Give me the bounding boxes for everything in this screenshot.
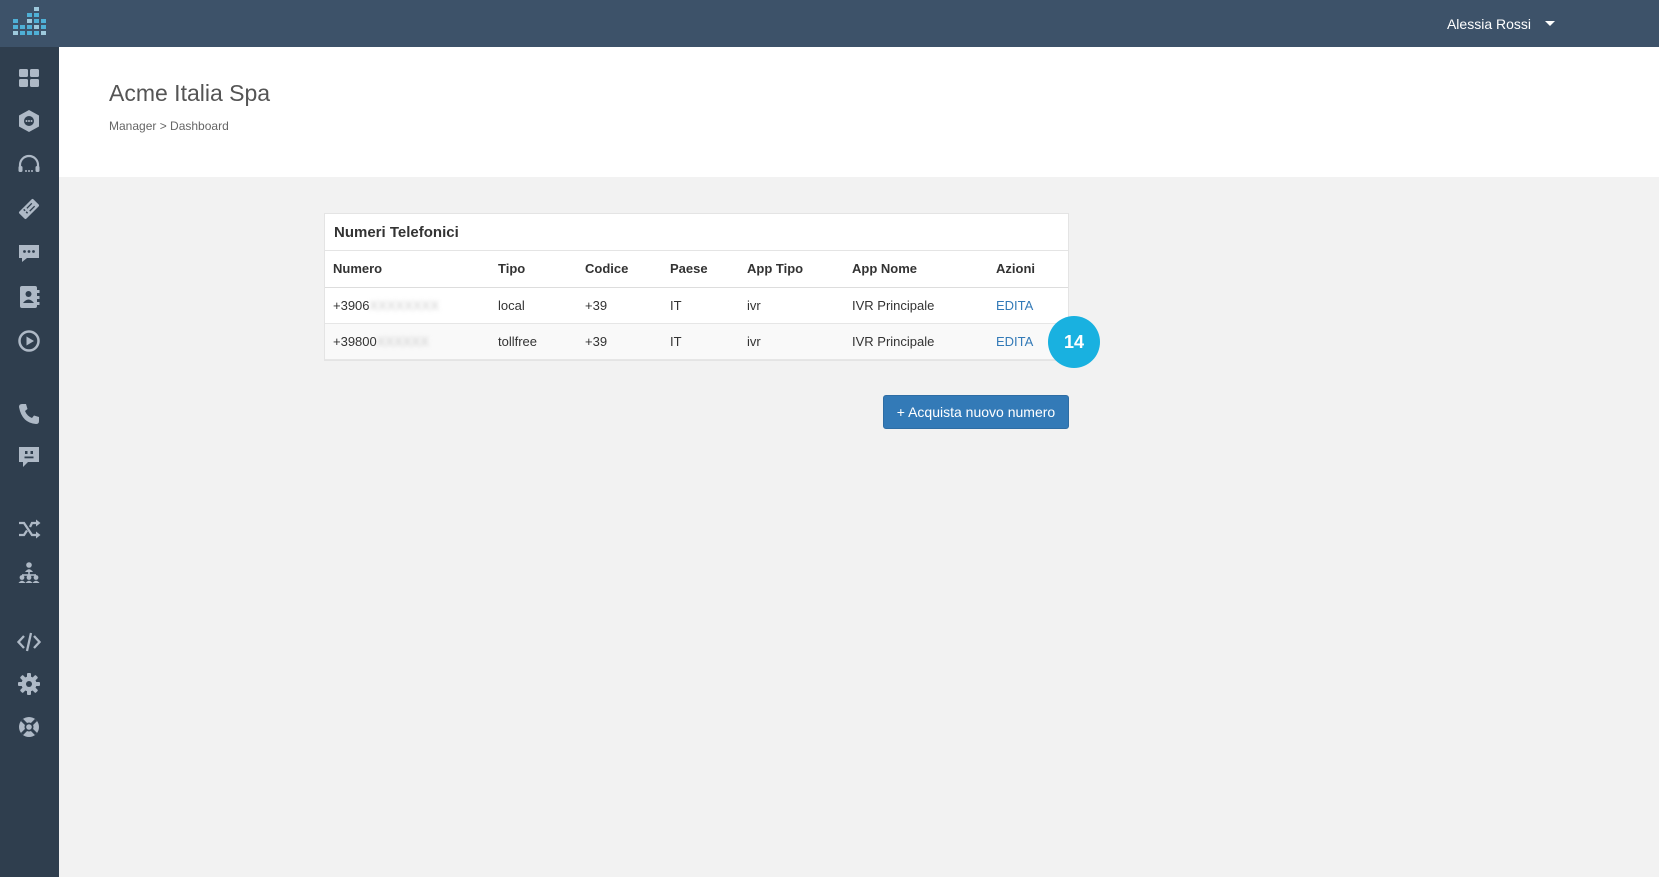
contacts-icon[interactable]	[16, 284, 42, 310]
table-row: +39800XXXXXX tollfree +39 IT ivr IVR Pri…	[325, 323, 1068, 360]
cell-app-nome: IVR Principale	[844, 323, 988, 360]
headset-icon[interactable]	[16, 152, 42, 178]
cell-tipo: local	[490, 287, 577, 324]
cell-codice: +39	[577, 323, 662, 360]
number-redacted: XXXXXXXX	[369, 297, 439, 313]
cell-app-tipo: ivr	[739, 323, 844, 360]
cell-numero: +39800XXXXXX	[325, 323, 490, 360]
cell-codice: +39	[577, 287, 662, 324]
cell-tipo: tollfree	[490, 323, 577, 360]
panel-title: Numeri Telefonici	[325, 214, 1068, 251]
user-menu[interactable]: Alessia Rossi	[1447, 0, 1555, 47]
cell-paese: IT	[662, 287, 739, 324]
cell-app-nome: IVR Principale	[844, 287, 988, 324]
page-header: Acme Italia Spa Manager > Dashboard	[59, 47, 1659, 177]
column-header-app-nome: App Nome	[844, 251, 988, 288]
page-title: Acme Italia Spa	[109, 80, 271, 106]
cell-azioni: EDITA	[988, 287, 1068, 324]
sms-icon[interactable]	[16, 444, 42, 470]
phone-icon[interactable]	[16, 401, 42, 427]
edit-link[interactable]: EDITA	[996, 298, 1033, 313]
app-logo[interactable]	[12, 7, 46, 39]
number-prefix: +39800	[333, 333, 377, 349]
dashboard-icon[interactable]	[16, 65, 42, 91]
column-header-tipo: Tipo	[490, 251, 577, 288]
code-icon[interactable]	[16, 629, 42, 655]
number-prefix: +3906	[333, 297, 370, 313]
table-header-row: Numero Tipo Codice Paese App Tipo App No…	[325, 251, 1068, 288]
play-icon[interactable]	[16, 328, 42, 354]
chat-widget-icon[interactable]	[16, 108, 42, 134]
column-header-numero: Numero	[325, 251, 490, 288]
top-bar: Alessia Rossi	[0, 0, 1659, 47]
sidebar	[0, 47, 59, 877]
chevron-down-icon	[1545, 21, 1555, 26]
number-redacted: XXXXXX	[376, 333, 429, 349]
message-icon[interactable]	[16, 240, 42, 266]
phone-numbers-table: Numero Tipo Codice Paese App Tipo App No…	[325, 251, 1068, 360]
gear-icon[interactable]	[16, 671, 42, 697]
cell-paese: IT	[662, 323, 739, 360]
cell-numero: +3906XXXXXXXX	[325, 287, 490, 324]
shuffle-icon[interactable]	[16, 516, 42, 542]
support-icon[interactable]	[16, 714, 42, 740]
column-header-azioni: Azioni	[988, 251, 1068, 288]
breadcrumb: Manager > Dashboard	[109, 119, 229, 133]
buy-new-number-button[interactable]: + Acquista nuovo numero	[883, 395, 1069, 429]
user-name: Alessia Rossi	[1446, 15, 1531, 32]
edit-link[interactable]: EDITA	[996, 334, 1033, 349]
cell-app-tipo: ivr	[739, 287, 844, 324]
column-header-codice: Codice	[577, 251, 662, 288]
ticket-icon[interactable]	[16, 196, 42, 222]
step-badge: 14	[1048, 316, 1100, 368]
phone-numbers-panel: Numeri Telefonici Numero Tipo Codice Pae…	[324, 213, 1069, 361]
column-header-paese: Paese	[662, 251, 739, 288]
column-header-app-tipo: App Tipo	[739, 251, 844, 288]
table-row: +3906XXXXXXXX local +39 IT ivr IVR Princ…	[325, 287, 1068, 324]
team-icon[interactable]	[16, 559, 42, 585]
